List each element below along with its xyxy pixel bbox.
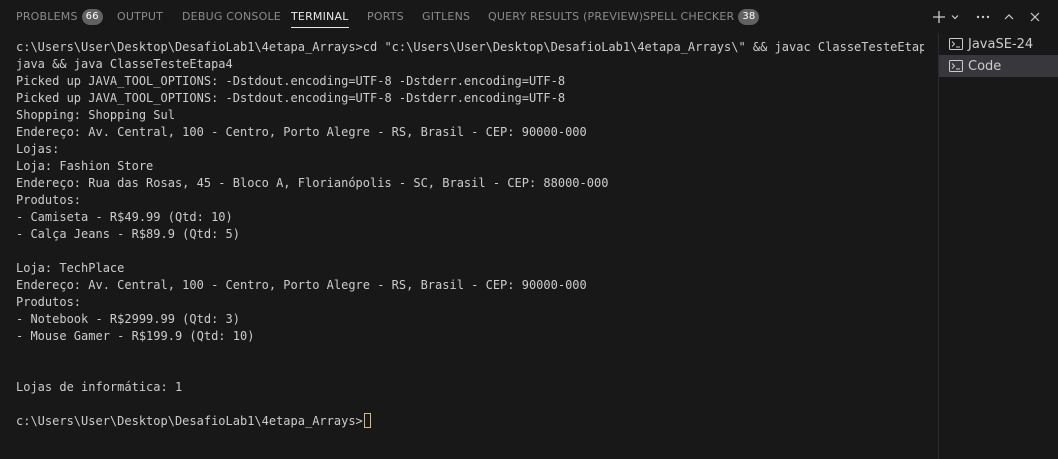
chevron-down-icon[interactable] xyxy=(948,6,962,28)
panel-tab-bar: PROBLEMS 66 OUTPUT DEBUG CONSOLE TERMINA… xyxy=(0,0,1058,33)
tab-problems[interactable]: PROBLEMS 66 xyxy=(16,0,103,33)
tab-label: OUTPUT xyxy=(117,10,164,23)
terminal-icon xyxy=(949,60,963,72)
terminal-line: - Mouse Gamer - R$199.9 (Qtd: 10) xyxy=(16,329,255,343)
tab-query-results[interactable]: QUERY RESULTS (PREVIEW) xyxy=(488,0,643,33)
ellipsis-icon[interactable] xyxy=(970,6,996,28)
tab-label: SPELL CHECKER xyxy=(643,10,735,23)
tab-label: PORTS xyxy=(367,10,404,23)
tab-label: GITLENS xyxy=(422,10,471,23)
terminal-panel: PROBLEMS 66 OUTPUT DEBUG CONSOLE TERMINA… xyxy=(0,0,1058,459)
tab-ports[interactable]: PORTS xyxy=(367,0,404,33)
terminal-line: Loja: Fashion Store xyxy=(16,159,154,173)
terminal-list: JavaSE-24 Code xyxy=(939,33,1058,77)
tab-label: PROBLEMS xyxy=(16,10,78,23)
spell-checker-count-badge: 38 xyxy=(738,8,760,25)
terminal-cursor xyxy=(363,413,371,428)
terminal-line: - Camiseta - R$49.99 (Qtd: 10) xyxy=(16,210,233,224)
tab-gitlens[interactable]: GITLENS xyxy=(422,0,470,33)
terminal-line: Produtos: xyxy=(16,193,82,207)
terminal-line: Lojas de informática: 1 xyxy=(16,380,183,394)
terminal-line: Loja: TechPlace xyxy=(16,261,125,275)
terminal-list-label: Code xyxy=(968,58,1002,74)
tab-spell-checker[interactable]: SPELL CHECKER 38 xyxy=(643,0,760,33)
terminal-line: - Notebook - R$2999.99 (Qtd: 3) xyxy=(16,312,240,326)
terminal-line: Endereço: Av. Central, 100 - Centro, Por… xyxy=(16,278,587,292)
terminal-line: c:\Users\User\Desktop\DesafioLab1\4etapa… xyxy=(16,40,924,54)
terminal-scrollbar[interactable] xyxy=(924,33,938,459)
terminal-list-label: JavaSE-24 xyxy=(968,36,1034,52)
terminal-prompt: c:\Users\User\Desktop\DesafioLab1\4etapa… xyxy=(16,414,363,428)
terminal-line: Endereço: Rua das Rosas, 45 - Bloco A, F… xyxy=(16,176,609,190)
terminal-line: Produtos: xyxy=(16,295,82,309)
terminal-line: Picked up JAVA_TOOL_OPTIONS: -Dstdout.en… xyxy=(16,74,566,88)
close-icon[interactable] xyxy=(1022,6,1048,28)
problems-count-badge: 66 xyxy=(81,8,103,25)
chevron-up-icon[interactable] xyxy=(996,6,1022,28)
terminal-list-item-javase[interactable]: JavaSE-24 xyxy=(939,33,1058,55)
tab-label: DEBUG CONSOLE xyxy=(182,10,281,23)
tab-output[interactable]: OUTPUT xyxy=(117,0,163,33)
terminal-output[interactable]: c:\Users\User\Desktop\DesafioLab1\4etapa… xyxy=(0,33,924,459)
panel-actions xyxy=(930,0,1058,33)
terminal-line: java && java ClasseTesteEtapa4 xyxy=(16,57,233,71)
terminal-line: - Calça Jeans - R$89.9 (Qtd: 5) xyxy=(16,227,240,241)
tab-label: TERMINAL xyxy=(291,10,349,23)
terminal-line: Shopping: Shopping Sul xyxy=(16,108,175,122)
terminal-line: Picked up JAVA_TOOL_OPTIONS: -Dstdout.en… xyxy=(16,91,566,105)
divider xyxy=(938,33,939,459)
plus-icon[interactable] xyxy=(930,6,948,28)
terminal-prompt-line[interactable]: c:\Users\User\Desktop\DesafioLab1\4etapa… xyxy=(16,413,371,430)
terminal-icon xyxy=(949,38,963,50)
terminal-list-item-code[interactable]: Code xyxy=(939,55,1058,77)
tab-label: QUERY RESULTS (PREVIEW) xyxy=(488,10,644,23)
tab-debug-console[interactable]: DEBUG CONSOLE xyxy=(182,0,281,33)
terminal-line: Endereço: Av. Central, 100 - Centro, Por… xyxy=(16,125,587,139)
terminal-line: Lojas: xyxy=(16,142,60,156)
tab-terminal[interactable]: TERMINAL xyxy=(291,0,349,33)
